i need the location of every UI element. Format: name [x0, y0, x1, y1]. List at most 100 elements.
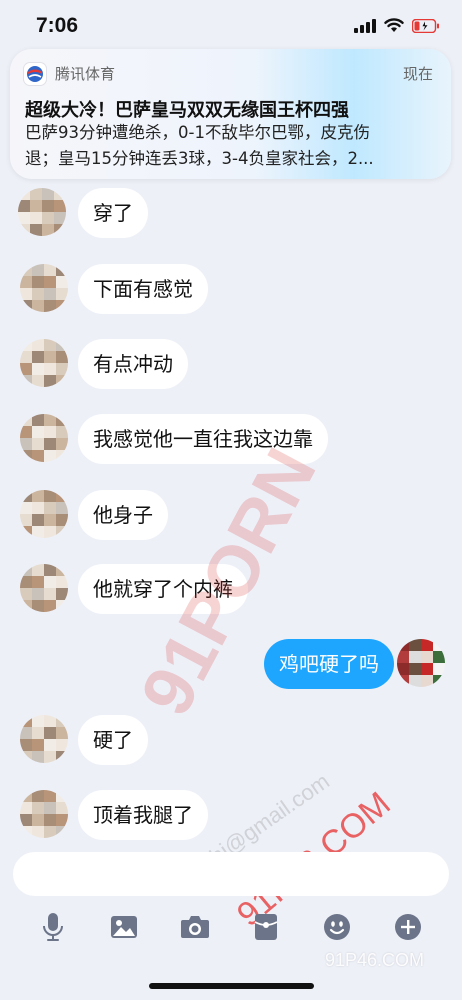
avatar-mosaic-tile	[32, 363, 44, 375]
message-bubble[interactable]: 穿了	[78, 188, 148, 238]
avatar-mosaic-tile	[44, 588, 56, 600]
avatar-mosaic-tile	[44, 300, 56, 312]
avatar-mosaic-tile	[32, 288, 44, 300]
avatar-mosaic-tile	[56, 414, 68, 426]
message-bubble[interactable]: 他身子	[78, 490, 168, 540]
avatar-mosaic-tile	[44, 375, 56, 387]
avatar-mosaic-tile	[32, 564, 44, 576]
avatar-mosaic-tile	[56, 814, 68, 826]
avatar-mosaic-tile	[409, 639, 421, 651]
avatar-mosaic-tile	[56, 790, 68, 802]
avatar-mosaic-tile	[32, 790, 44, 802]
avatar-mosaic-tile	[30, 212, 42, 224]
avatar-mosaic-tile	[409, 651, 421, 663]
avatar-mosaic-tile	[433, 639, 445, 651]
plus-icon[interactable]	[386, 905, 430, 949]
avatar-mosaic-tile	[42, 212, 54, 224]
avatar-mosaic-tile	[32, 814, 44, 826]
avatar-mosaic-tile	[44, 351, 56, 363]
avatar-mosaic-tile	[56, 363, 68, 375]
avatar-mosaic-tile	[56, 600, 68, 612]
avatar-mosaic-tile	[44, 790, 56, 802]
my-message-bubble[interactable]: 鸡吧硬了吗	[264, 639, 394, 689]
avatar-mosaic-tile	[32, 502, 44, 514]
avatar-mosaic-tile	[56, 588, 68, 600]
avatar-mosaic-tile	[32, 339, 44, 351]
signal-icon	[354, 18, 376, 33]
contact-avatar[interactable]	[18, 188, 66, 236]
contact-avatar[interactable]	[20, 715, 68, 763]
avatar-mosaic-tile	[56, 288, 68, 300]
avatar-mosaic-tile	[433, 675, 445, 687]
avatar-mosaic-tile	[20, 339, 32, 351]
avatar-mosaic-tile	[20, 751, 32, 763]
avatar-mosaic-tile	[44, 715, 56, 727]
message-bubble[interactable]: 下面有感觉	[78, 264, 208, 314]
notification-body-line1: 巴萨93分钟遭绝杀，0-1不敌毕尔巴鄂，皮克伤	[25, 123, 370, 142]
avatar-mosaic-tile	[54, 200, 66, 212]
avatar-mosaic-tile	[32, 426, 44, 438]
avatar-mosaic-tile	[18, 200, 30, 212]
avatar-mosaic-tile	[20, 300, 32, 312]
contact-avatar[interactable]	[20, 564, 68, 612]
avatar-mosaic-tile	[409, 663, 421, 675]
avatar-mosaic-tile	[20, 363, 32, 375]
avatar-mosaic-tile	[44, 276, 56, 288]
avatar-mosaic-tile	[32, 727, 44, 739]
home-indicator[interactable]	[149, 983, 314, 989]
contact-avatar[interactable]	[20, 490, 68, 538]
avatar-mosaic-tile	[433, 651, 445, 663]
emoji-icon[interactable]	[315, 905, 359, 949]
image-icon[interactable]	[102, 905, 146, 949]
push-notification[interactable]: 腾讯体育 现在 超级大冷！巴萨皇马双双无缘国王杯四强 巴萨93分钟遭绝杀，0-1…	[10, 49, 451, 179]
avatar-mosaic-tile	[44, 438, 56, 450]
message-bubble[interactable]: 有点冲动	[78, 339, 188, 389]
avatar-mosaic-tile	[397, 675, 409, 687]
avatar-mosaic-tile	[20, 588, 32, 600]
avatar-mosaic-tile	[32, 438, 44, 450]
avatar-mosaic-tile	[20, 564, 32, 576]
avatar-mosaic-tile	[20, 715, 32, 727]
my-avatar[interactable]	[397, 639, 445, 687]
message-bubble[interactable]: 硬了	[78, 715, 148, 765]
avatar-mosaic-tile	[44, 288, 56, 300]
avatar-mosaic-tile	[20, 814, 32, 826]
avatar-mosaic-tile	[18, 188, 30, 200]
contact-avatar[interactable]	[20, 414, 68, 462]
avatar-mosaic-tile	[44, 450, 56, 462]
avatar-mosaic-tile	[56, 276, 68, 288]
avatar-mosaic-tile	[32, 276, 44, 288]
avatar-mosaic-tile	[44, 802, 56, 814]
contact-avatar[interactable]	[20, 790, 68, 838]
avatar-mosaic-tile	[56, 426, 68, 438]
microphone-icon[interactable]	[31, 905, 75, 949]
avatar-mosaic-tile	[20, 375, 32, 387]
avatar-mosaic-tile	[32, 514, 44, 526]
avatar-mosaic-tile	[44, 751, 56, 763]
avatar-mosaic-tile	[20, 450, 32, 462]
camera-icon[interactable]	[173, 905, 217, 949]
avatar-mosaic-tile	[32, 826, 44, 838]
tencent-sports-app-icon	[24, 63, 46, 85]
avatar-mosaic-tile	[20, 826, 32, 838]
avatar-mosaic-tile	[56, 526, 68, 538]
message-bubble[interactable]: 他就穿了个内裤	[78, 564, 248, 614]
red-packet-icon[interactable]	[244, 905, 288, 949]
battery-icon	[412, 18, 439, 33]
status-icons	[354, 18, 440, 33]
contact-avatar[interactable]	[20, 339, 68, 387]
avatar-mosaic-tile	[32, 490, 44, 502]
avatar-mosaic-tile	[32, 802, 44, 814]
message-bubble[interactable]: 顶着我腿了	[78, 790, 208, 840]
notification-body-line2: 退；皇马15分钟连丢3球，3-4负皇家社会，2...	[25, 149, 374, 168]
message-input[interactable]	[13, 852, 449, 896]
avatar-mosaic-tile	[421, 639, 433, 651]
contact-avatar[interactable]	[20, 264, 68, 312]
avatar-mosaic-tile	[20, 351, 32, 363]
avatar-mosaic-tile	[20, 576, 32, 588]
avatar-mosaic-tile	[56, 339, 68, 351]
avatar-mosaic-tile	[44, 576, 56, 588]
avatar-mosaic-tile	[20, 727, 32, 739]
avatar-mosaic-tile	[42, 188, 54, 200]
message-bubble[interactable]: 我感觉他一直往我这边靠	[78, 414, 328, 464]
